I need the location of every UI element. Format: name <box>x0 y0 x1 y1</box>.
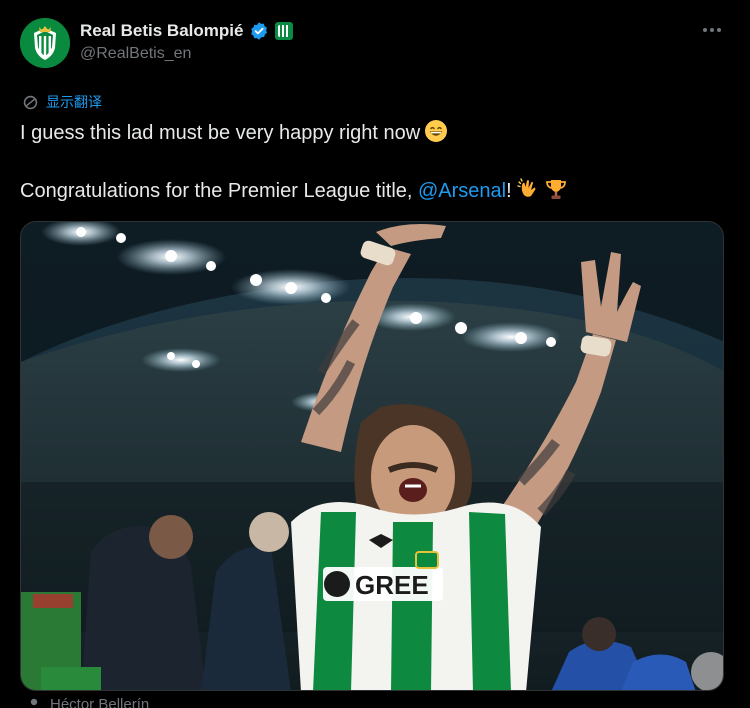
author-name-row: Real Betis Balompié <box>80 20 294 42</box>
jersey-sponsor-text: GREE <box>355 570 429 600</box>
avatar[interactable] <box>20 18 70 68</box>
tagged-person-name: Héctor Bellerín <box>50 696 150 708</box>
translate-link[interactable]: 显示翻译 <box>22 92 102 112</box>
more-options-button[interactable] <box>700 22 724 38</box>
dot-icon <box>703 28 707 32</box>
clapping-hands-icon <box>516 177 540 201</box>
globe-translate-icon <box>22 94 39 111</box>
grinning-face-icon <box>424 119 448 143</box>
dot-icon <box>710 28 714 32</box>
real-betis-crest-icon <box>20 18 70 68</box>
tweet-line-2-suffix: ! <box>506 180 512 202</box>
tweet[interactable]: Real Betis Balompié @RealBetis_en 显示翻译 I… <box>0 0 750 708</box>
tweet-line-2: Congratulations for the Premier League t… <box>20 177 720 206</box>
dot-icon <box>717 28 721 32</box>
tagged-people[interactable]: Héctor Bellerín <box>26 696 149 708</box>
tweet-line-1-text: I guess this lad must be very happy righ… <box>20 122 421 144</box>
tweet-text: I guess this lad must be very happy righ… <box>20 119 720 206</box>
tweet-photo[interactable]: GREE <box>20 221 724 691</box>
trophy-icon <box>544 177 568 201</box>
tweet-line-2-text: Congratulations for the Premier League t… <box>20 180 418 202</box>
display-name[interactable]: Real Betis Balompié <box>80 21 243 41</box>
tweet-line-1: I guess this lad must be very happy righ… <box>20 119 720 148</box>
verified-badge-icon[interactable] <box>249 21 269 41</box>
affiliate-badge-icon[interactable] <box>275 22 294 40</box>
mention-link[interactable]: @Arsenal <box>418 180 506 202</box>
translate-label: 显示翻译 <box>46 95 102 111</box>
player-celebrating-photo: GREE <box>21 222 723 690</box>
handle[interactable]: @RealBetis_en <box>80 45 191 63</box>
person-tag-icon <box>30 698 38 708</box>
